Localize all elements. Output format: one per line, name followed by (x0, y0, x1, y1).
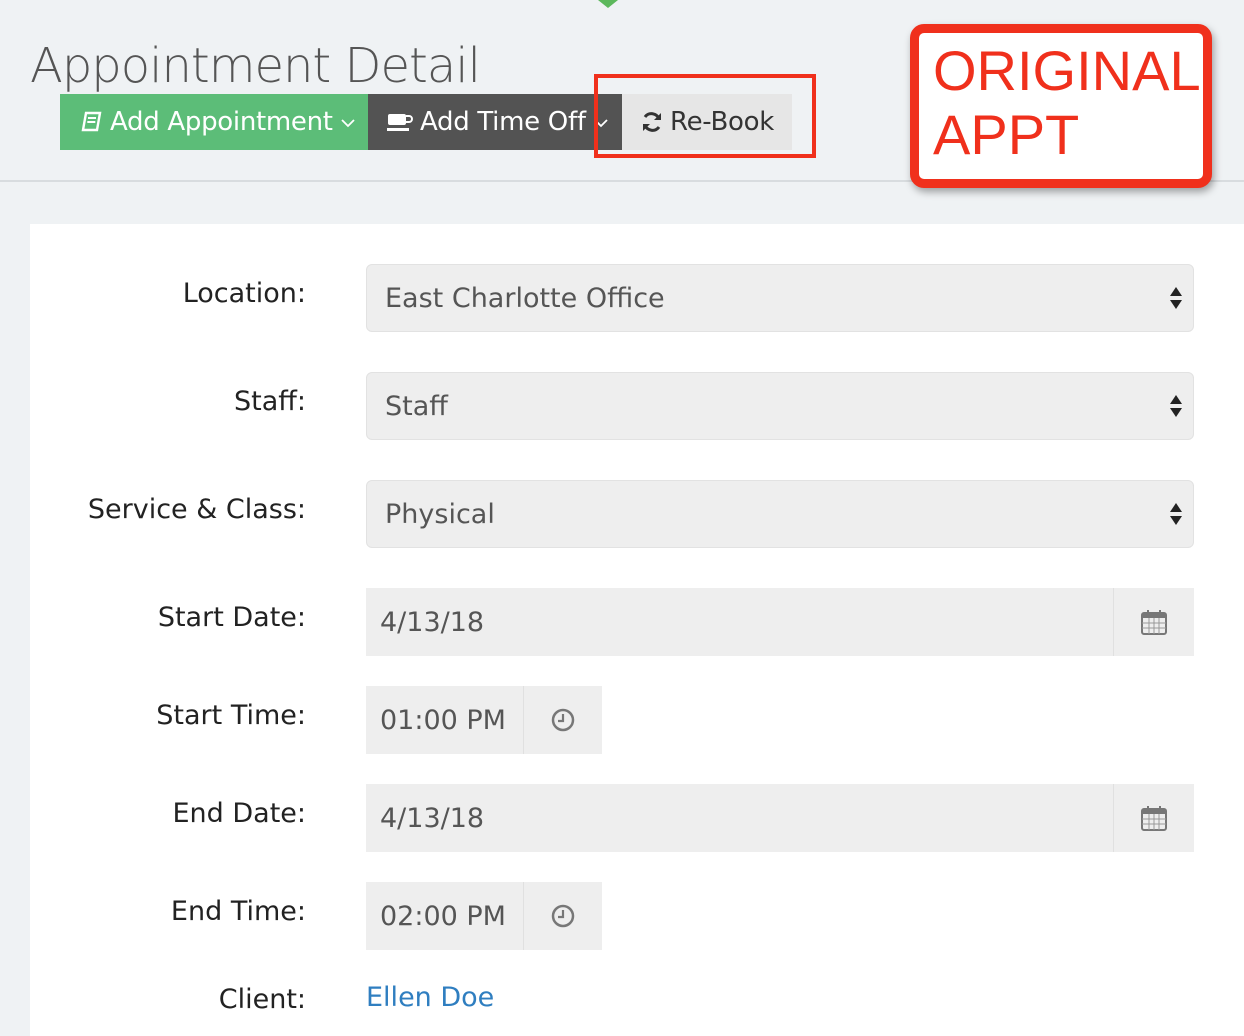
add-appointment-button[interactable]: Add Appointment (60, 94, 368, 150)
end-time-label: End Time: (170, 896, 306, 927)
annotation-callout-line1: ORIGINAL (933, 39, 1201, 102)
clock-icon[interactable] (523, 686, 602, 754)
select-arrows-icon (1169, 499, 1183, 529)
select-arrows-icon (1169, 391, 1183, 421)
coffee-cup-icon (386, 111, 414, 133)
annotation-callout: ORIGINAL APPT (910, 24, 1212, 188)
location-select[interactable]: East Charlotte Office (366, 264, 1194, 332)
location-label: Location: (182, 278, 306, 309)
annotation-callout-line2: APPT (933, 103, 1080, 166)
service-value: Physical (385, 498, 495, 530)
end-date-value: 4/13/18 (380, 802, 485, 834)
select-arrows-icon (1169, 283, 1183, 313)
start-date-input[interactable]: 4/13/18 (366, 588, 1194, 656)
nav-caret-indicator (598, 0, 618, 8)
start-date-label: Start Date: (157, 602, 306, 633)
book-icon (80, 110, 104, 134)
service-label: Service & Class: (87, 494, 306, 525)
page-title: Appointment Detail (30, 38, 481, 94)
start-time-value: 01:00 PM (380, 704, 506, 736)
client-label: Client: (218, 984, 306, 1015)
staff-value: Staff (385, 390, 448, 422)
calendar-icon[interactable] (1113, 784, 1194, 852)
end-date-input[interactable]: 4/13/18 (366, 784, 1194, 852)
add-time-off-button[interactable]: Add Time Off (368, 94, 622, 150)
calendar-icon[interactable] (1113, 588, 1194, 656)
start-time-input[interactable]: 01:00 PM (366, 686, 602, 754)
location-value: East Charlotte Office (385, 282, 665, 314)
add-appointment-label: Add Appointment (110, 107, 333, 137)
staff-select[interactable]: Staff (366, 372, 1194, 440)
start-time-label: Start Time: (156, 700, 306, 731)
clock-icon[interactable] (523, 882, 602, 950)
chevron-down-icon (341, 113, 355, 132)
add-time-off-label: Add Time Off (420, 107, 586, 137)
end-time-input[interactable]: 02:00 PM (366, 882, 602, 950)
staff-label: Staff: (234, 386, 306, 417)
client-link[interactable]: Ellen Doe (366, 982, 494, 1013)
service-select[interactable]: Physical (366, 480, 1194, 548)
annotation-highlight-box (594, 74, 816, 158)
end-date-label: End Date: (172, 798, 306, 829)
end-time-value: 02:00 PM (380, 900, 506, 932)
start-date-value: 4/13/18 (380, 606, 485, 638)
